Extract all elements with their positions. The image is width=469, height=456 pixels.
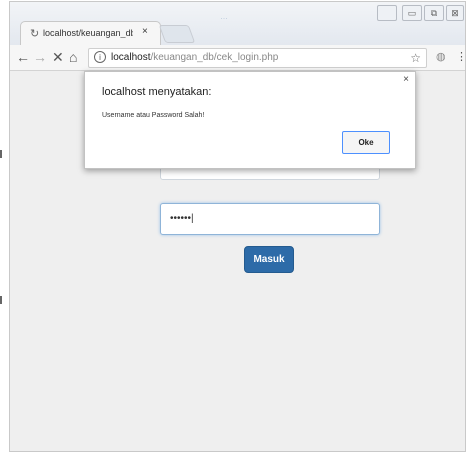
dialog-close-icon[interactable]: × bbox=[403, 74, 409, 85]
password-value: ••••••| bbox=[170, 213, 194, 224]
home-icon[interactable]: ⌂ bbox=[69, 49, 77, 65]
url-path: /keuangan_db/cek_login.php bbox=[150, 52, 279, 63]
url-host: localhost bbox=[111, 52, 151, 63]
edge-mark bbox=[0, 150, 2, 158]
user-icon[interactable] bbox=[377, 5, 397, 21]
alert-dialog: localhost menyatakan: Username atau Pass… bbox=[84, 71, 416, 169]
menu-icon[interactable]: ⋮ bbox=[456, 50, 465, 63]
loading-icon: ↻ bbox=[30, 28, 40, 40]
dialog-ok-button[interactable]: Oke bbox=[342, 131, 390, 154]
address-bar[interactable]: i localhost/keuangan_db/cek_login.php ☆ bbox=[88, 48, 427, 68]
extension-icon[interactable]: ◍ bbox=[436, 50, 446, 63]
browser-window: ↻ localhost/keuangan_db/ × … ▭ ⧉ ⊠ ← → ✕… bbox=[9, 1, 466, 452]
edge-mark bbox=[0, 296, 2, 304]
url-text: localhost/keuangan_db/cek_login.php bbox=[111, 52, 278, 63]
tab-close-icon[interactable]: × bbox=[142, 26, 148, 37]
stop-icon[interactable]: ✕ bbox=[52, 49, 64, 66]
title-bar: ↻ localhost/keuangan_db/ × … ▭ ⧉ ⊠ bbox=[10, 2, 465, 45]
password-input[interactable]: ••••••| bbox=[160, 203, 380, 235]
tab-title: localhost/keuangan_db/ bbox=[43, 28, 133, 38]
titlebar-blurred-text: … bbox=[220, 12, 228, 21]
masuk-button[interactable]: Masuk bbox=[244, 246, 294, 273]
new-tab-button[interactable] bbox=[158, 25, 196, 43]
close-window-button[interactable]: ⊠ bbox=[446, 5, 464, 21]
forward-arrow-icon[interactable]: → bbox=[33, 49, 47, 65]
browser-toolbar: ← → ✕ ⌂ i localhost/keuangan_db/cek_logi… bbox=[10, 45, 465, 71]
maximize-button[interactable]: ⧉ bbox=[424, 5, 444, 21]
bookmark-star-icon[interactable]: ☆ bbox=[410, 51, 421, 65]
browser-tab[interactable]: ↻ localhost/keuangan_db/ × bbox=[20, 21, 161, 45]
dialog-message: Username atau Password Salah! bbox=[102, 112, 205, 119]
info-icon[interactable]: i bbox=[94, 51, 106, 63]
minimize-button[interactable]: ▭ bbox=[402, 5, 422, 21]
dialog-title: localhost menyatakan: bbox=[102, 86, 212, 98]
back-arrow-icon[interactable]: ← bbox=[16, 49, 30, 65]
